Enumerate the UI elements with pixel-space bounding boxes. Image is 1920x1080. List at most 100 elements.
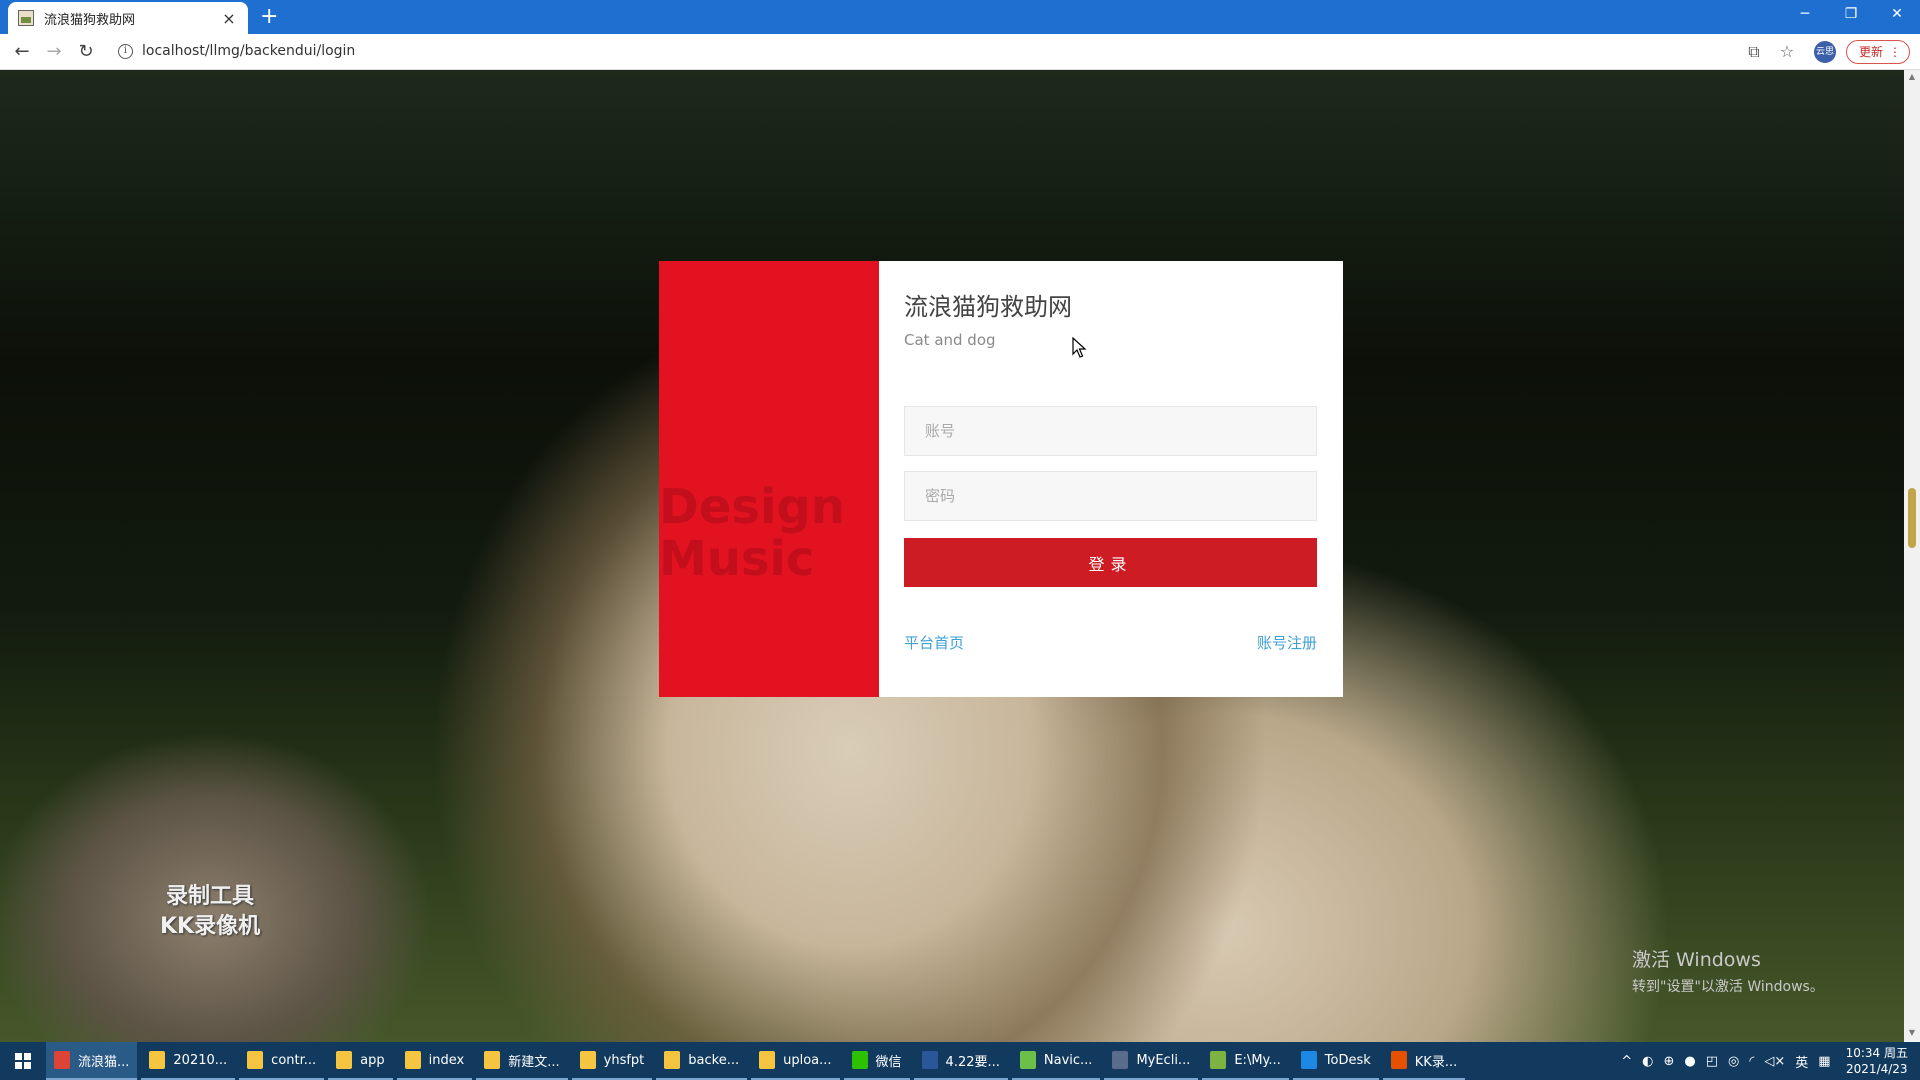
- update-button[interactable]: 更新 ⋮: [1846, 40, 1910, 64]
- address-toolbar: ← → ↻ i localhost/llmg/backendui/login ⧉…: [0, 34, 1920, 70]
- tray-wifi-icon[interactable]: ◜: [1749, 1054, 1754, 1069]
- wechat-icon: [851, 1051, 868, 1069]
- taskbar-item[interactable]: uploa...: [751, 1042, 840, 1080]
- minimize-icon[interactable]: ─: [1782, 0, 1828, 30]
- windows-logo-icon: [15, 1053, 31, 1069]
- taskbar-item[interactable]: 4.22要...: [913, 1042, 1008, 1080]
- taskbar-item-label: MyEcli...: [1136, 1052, 1191, 1068]
- tray-network-icon[interactable]: ◰: [1706, 1054, 1718, 1069]
- login-button[interactable]: 登录: [904, 538, 1317, 587]
- tray-app-icon[interactable]: ◐: [1642, 1054, 1653, 1069]
- login-card: Design Music 流浪猫狗救助网 Cat and dog 登录 平台首页…: [659, 261, 1343, 697]
- taskbar-item-label: 新建文...: [508, 1054, 560, 1070]
- taskbar-item-label: E:\My...: [1234, 1052, 1281, 1068]
- taskbar-clock[interactable]: 10:34 周五 2021/4/23: [1846, 1045, 1908, 1077]
- forward-icon[interactable]: →: [42, 40, 66, 64]
- taskbar-item-label: index: [428, 1052, 465, 1068]
- taskbar-item[interactable]: index: [396, 1042, 473, 1080]
- taskbar-item[interactable]: backe...: [656, 1042, 748, 1080]
- profile-avatar[interactable]: 云思: [1814, 41, 1836, 63]
- url-field[interactable]: localhost/llmg/backendui/login: [142, 43, 355, 59]
- taskbar-item-label: app: [360, 1052, 385, 1068]
- login-title: 流浪猫狗救助网: [904, 293, 1072, 321]
- taskbar-item-label: Navic...: [1043, 1052, 1093, 1068]
- taskbar-item[interactable]: 新建文...: [476, 1042, 568, 1080]
- restore-icon[interactable]: ❐: [1828, 0, 1874, 30]
- taskbar-item-label: KK录...: [1414, 1054, 1458, 1070]
- reload-icon[interactable]: ↻: [74, 40, 98, 64]
- taskbar-item-label: uploa...: [783, 1052, 832, 1068]
- folder-icon: [484, 1051, 501, 1069]
- activate-windows-notice: 激活 Windows 转到"设置"以激活 Windows。: [1632, 949, 1824, 995]
- volume-muted-icon[interactable]: ◁×: [1764, 1054, 1785, 1069]
- translate-icon[interactable]: ⧉: [1743, 42, 1765, 62]
- bookmark-star-icon[interactable]: ☆: [1776, 42, 1798, 61]
- taskbar-item-label: contr...: [271, 1052, 317, 1068]
- home-link[interactable]: 平台首页: [904, 632, 964, 653]
- update-label: 更新: [1859, 45, 1884, 59]
- navicat-icon: [1019, 1051, 1036, 1069]
- kk-recorder-icon: [1390, 1051, 1407, 1069]
- myeclipse-icon: [1112, 1051, 1129, 1069]
- taskbar-item-label: 微信: [875, 1054, 902, 1070]
- taskbar-item-label: 流浪猫...: [78, 1054, 130, 1070]
- login-subtitle: Cat and dog: [904, 331, 996, 349]
- tab-title: 流浪猫狗救助网: [44, 12, 136, 28]
- tab-close-icon[interactable]: ×: [220, 9, 238, 28]
- taskbar-item-label: 4.22要...: [945, 1054, 1000, 1070]
- username-input[interactable]: [904, 406, 1317, 456]
- browser-tab[interactable]: 流浪猫狗救助网 ×: [8, 2, 248, 34]
- mouse-cursor-icon: [1072, 337, 1087, 358]
- taskbar-item[interactable]: contr...: [239, 1042, 325, 1080]
- brand-panel: Design Music: [659, 261, 879, 697]
- taskbar-item[interactable]: ToDesk: [1292, 1042, 1379, 1080]
- favicon-icon: [18, 10, 34, 26]
- taskbar-item[interactable]: app: [328, 1042, 393, 1080]
- taskbar-apps: 流浪猫... 20210... contr... app index 新建文... yhsf…: [46, 1042, 1469, 1080]
- page-background: Design Music 流浪猫狗救助网 Cat and dog 登录 平台首页…: [0, 70, 1904, 1042]
- taskbar-item[interactable]: E:\My...: [1202, 1042, 1289, 1080]
- folder-icon: [336, 1051, 353, 1069]
- system-tray: ^ ◐ ⊕ ● ◰ ◎ ◜ ◁× 英 ▦ 10:34 周五 2021/4/23: [1616, 1042, 1920, 1080]
- tray-overflow-icon[interactable]: ^: [1621, 1054, 1632, 1069]
- word-icon: [921, 1051, 938, 1069]
- scrollbar-thumb[interactable]: [1908, 488, 1916, 548]
- site-info-icon[interactable]: i: [118, 44, 133, 59]
- tray-app-icon[interactable]: ⊕: [1663, 1054, 1674, 1069]
- taskbar-item[interactable]: Navic...: [1011, 1042, 1101, 1080]
- window-close-icon[interactable]: ✕: [1874, 0, 1920, 30]
- chrome-icon: [54, 1051, 70, 1069]
- back-icon[interactable]: ←: [10, 40, 34, 64]
- page-scrollbar[interactable]: [1904, 70, 1920, 1042]
- folder-icon: [247, 1051, 264, 1069]
- start-button[interactable]: [0, 1042, 46, 1080]
- folder-icon: [149, 1051, 166, 1069]
- menu-dots-icon[interactable]: ⋮: [1889, 41, 1901, 63]
- scroll-down-icon[interactable]: ▼: [1906, 1028, 1918, 1040]
- ime-indicator[interactable]: 英: [1795, 1052, 1808, 1071]
- taskbar-item-label: ToDesk: [1324, 1052, 1371, 1068]
- taskbar-item[interactable]: KK录...: [1382, 1042, 1466, 1080]
- new-tab-button[interactable]: +: [260, 5, 278, 29]
- keyboard-layout-icon[interactable]: ▦: [1818, 1054, 1830, 1069]
- register-link[interactable]: 账号注册: [1257, 632, 1317, 653]
- todesk-icon: [1300, 1051, 1317, 1069]
- scroll-up-icon[interactable]: ▲: [1906, 72, 1918, 84]
- password-input[interactable]: [904, 471, 1317, 521]
- folder-icon: [664, 1051, 681, 1069]
- taskbar-item[interactable]: yhsfpt: [571, 1042, 653, 1080]
- folder-icon: [579, 1051, 596, 1069]
- taskbar-item[interactable]: MyEcli...: [1104, 1042, 1199, 1080]
- tray-app-icon[interactable]: ●: [1684, 1054, 1695, 1069]
- taskbar: 流浪猫... 20210... contr... app index 新建文... yhsf…: [0, 1042, 1920, 1080]
- taskbar-item[interactable]: 流浪猫...: [46, 1042, 138, 1080]
- tray-wechat-icon[interactable]: ◎: [1728, 1054, 1739, 1069]
- notepad-icon: [1210, 1051, 1227, 1069]
- taskbar-item-label: 20210...: [173, 1052, 228, 1068]
- recorder-watermark: 录制工具 KK录像机: [160, 884, 261, 939]
- taskbar-item-label: yhsfpt: [603, 1052, 645, 1068]
- folder-icon: [759, 1051, 776, 1069]
- folder-icon: [404, 1051, 421, 1069]
- taskbar-item[interactable]: 20210...: [141, 1042, 236, 1080]
- taskbar-item[interactable]: 微信: [843, 1042, 910, 1080]
